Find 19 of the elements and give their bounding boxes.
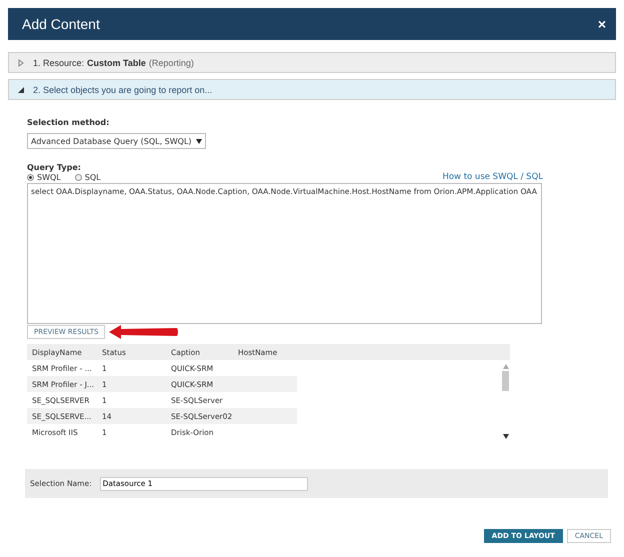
selection-method-dropdown[interactable]: Advanced Database Query (SQL, SWQL) xyxy=(27,133,206,149)
section-header[interactable]: 2. Select objects you are going to report on... xyxy=(8,79,616,100)
selection-method-label: Selection method: xyxy=(27,118,110,127)
collapse-triangle-icon xyxy=(17,86,25,94)
close-button[interactable]: × xyxy=(598,16,606,32)
query-type-radio[interactable]: SWQL xyxy=(27,172,61,182)
expand-triangle-icon xyxy=(17,58,25,66)
section-title: 2. Select objects you are going to report on... xyxy=(33,84,212,94)
scroll-down-icon xyxy=(502,434,508,439)
help-link[interactable]: How to use SWQL / SQL xyxy=(442,172,543,182)
query-type-radio[interactable]: SQL xyxy=(74,172,101,182)
dialog-title: Add Content xyxy=(22,16,100,32)
scrollbar-thumb[interactable] xyxy=(502,371,509,391)
dropdown-caret-icon xyxy=(196,138,202,144)
scroll-up-icon xyxy=(502,364,508,369)
query-type-label: Query Type: xyxy=(27,163,82,172)
section-title: 1. Resource: Custom Table (Reporting) xyxy=(33,58,194,68)
section-header[interactable]: 1. Resource: Custom Table (Reporting) xyxy=(8,52,616,73)
pointer-arrow-icon xyxy=(107,324,180,340)
